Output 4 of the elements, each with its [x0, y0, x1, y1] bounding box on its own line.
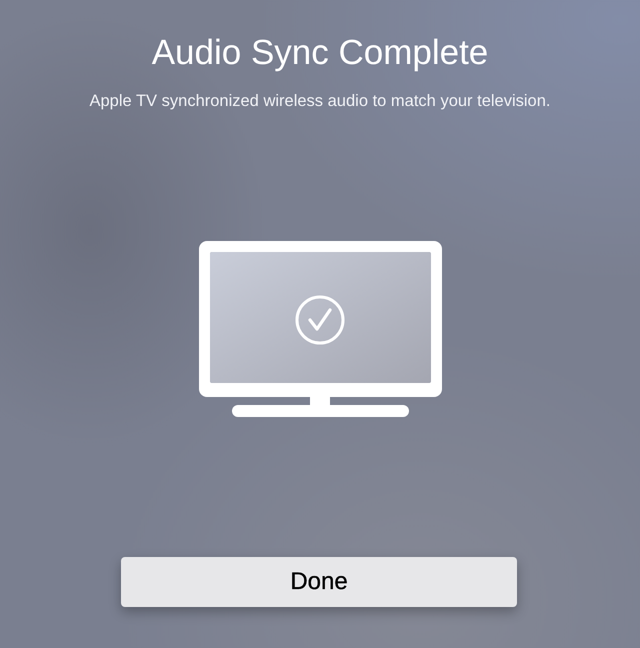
check-circle-icon	[296, 296, 344, 344]
dialog-message: Apple TV synchronized wireless audio to match your television.	[89, 91, 550, 111]
done-button[interactable]: Done	[121, 557, 517, 607]
dialog-title: Audio Sync Complete	[152, 32, 488, 74]
